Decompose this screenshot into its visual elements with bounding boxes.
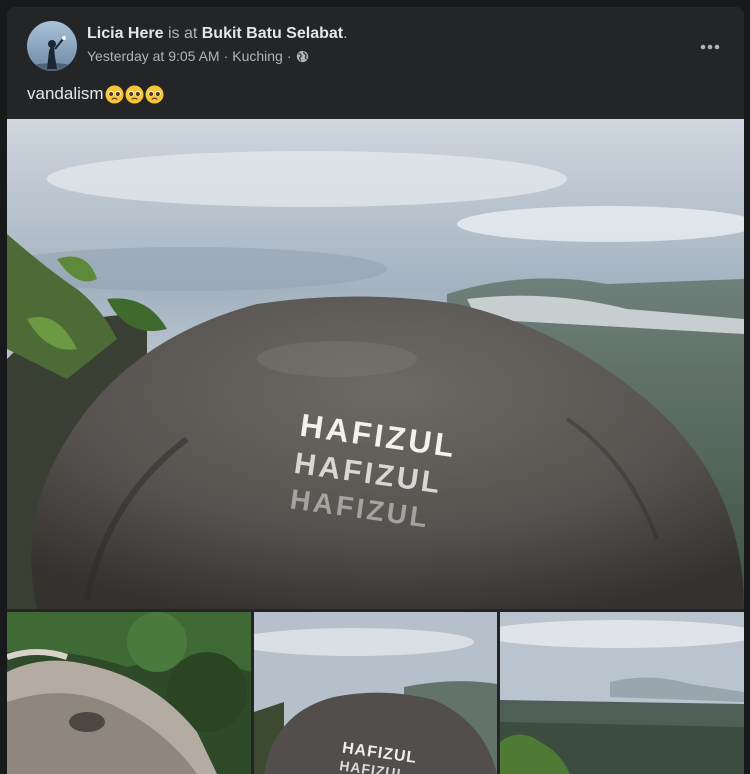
rock-top-photo — [7, 612, 251, 774]
boulder-graffiti-photo: HAFIZUL HAFIZUL HAFIZUL — [7, 119, 744, 609]
is-at-text: is at — [167, 25, 198, 42]
post-title-line: Licia Here is at Bukit Batu Selabat. — [87, 23, 348, 45]
main-photo[interactable]: HAFIZUL HAFIZUL HAFIZUL — [7, 119, 744, 609]
location-link[interactable]: Bukit Batu Selabat — [202, 25, 343, 42]
pleading-face-emoji — [105, 84, 124, 104]
separator: · — [286, 48, 292, 64]
post-caption: vandalism — [27, 83, 164, 105]
post-subline: Yesterday at 9:05 AM · Kuching · — [87, 46, 348, 66]
boulder-graffiti-thumb: HAFIZUL HAFIZUL — [254, 612, 497, 774]
timestamp[interactable]: Yesterday at 9:05 AM — [87, 46, 220, 66]
caption-text: vandalism — [27, 84, 104, 103]
photo-thumbnail-1[interactable] — [7, 612, 251, 774]
place-link[interactable]: Kuching — [232, 46, 283, 66]
globe-icon[interactable] — [296, 50, 309, 63]
pleading-face-emoji — [125, 84, 144, 104]
author-name[interactable]: Licia Here — [87, 25, 163, 42]
more-options-button[interactable] — [692, 29, 728, 65]
avatar-image — [27, 21, 77, 71]
more-horizontal-icon — [700, 44, 720, 50]
forest-view-photo — [500, 612, 744, 774]
title-period: . — [343, 25, 348, 42]
separator: · — [223, 48, 229, 64]
photo-thumbnail-3[interactable] — [500, 612, 744, 774]
post-card: Licia Here is at Bukit Batu Selabat. Yes… — [7, 7, 744, 774]
photo-thumbnail-2[interactable]: HAFIZUL HAFIZUL — [254, 612, 497, 774]
post-meta: Licia Here is at Bukit Batu Selabat. Yes… — [87, 23, 348, 66]
pleading-face-emoji — [145, 84, 164, 104]
avatar[interactable] — [27, 21, 77, 71]
post-header: Licia Here is at Bukit Batu Selabat. Yes… — [27, 21, 728, 71]
